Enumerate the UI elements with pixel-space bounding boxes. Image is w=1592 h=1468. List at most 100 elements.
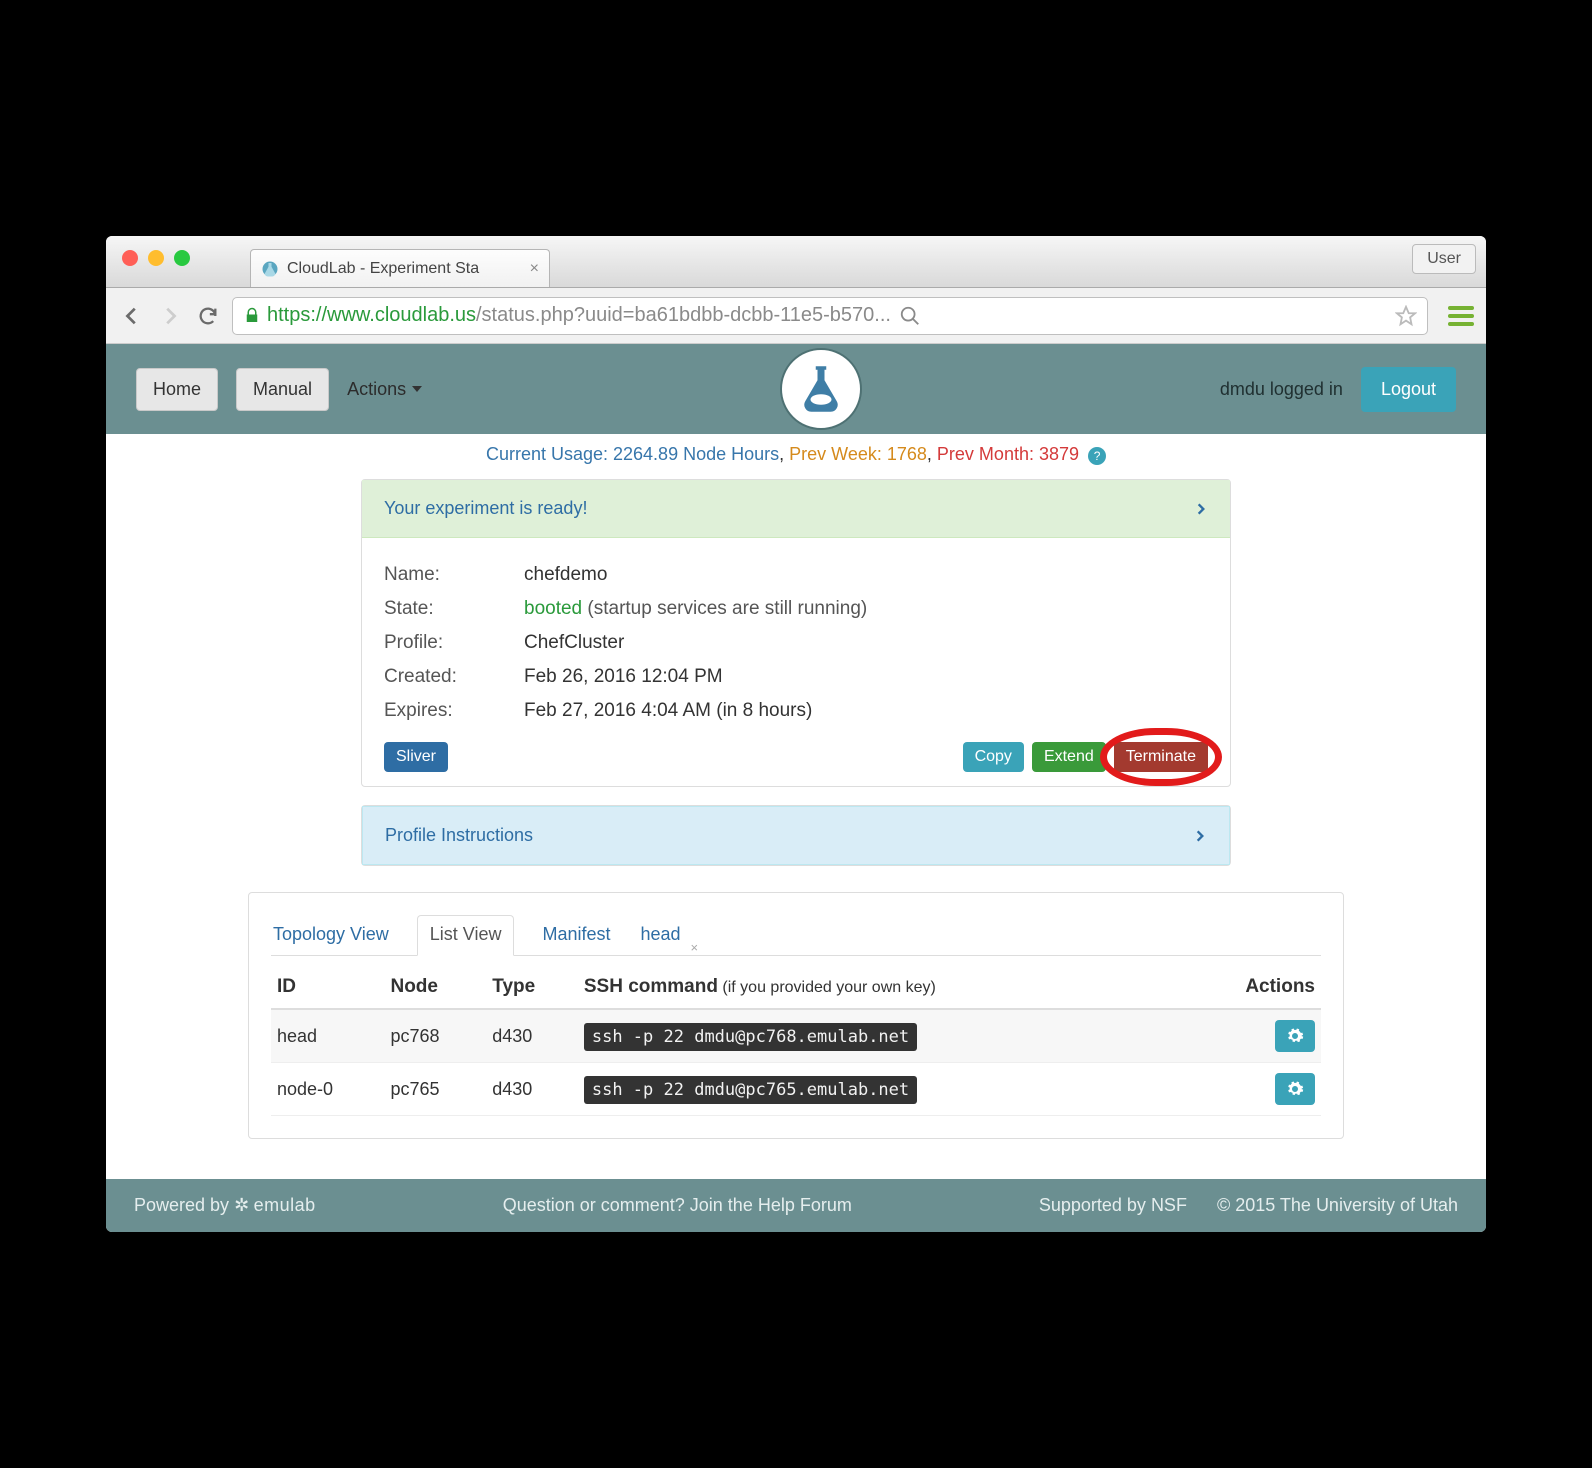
extend-button[interactable]: Extend (1032, 742, 1106, 772)
chevron-right-icon (1193, 826, 1207, 846)
col-ssh-label: SSH command (584, 976, 718, 997)
name-label: Name: (384, 564, 524, 586)
created-value: Feb 26, 2016 12:04 PM (524, 666, 723, 688)
browser-window: CloudLab - Experiment Sta × User https :… (106, 236, 1486, 1232)
view-tabs: Topology View List View Manifest head × (271, 915, 1321, 956)
prev-week-label: Prev Week: (789, 444, 887, 464)
copy-button[interactable]: Copy (963, 742, 1024, 772)
cell-id: head (271, 1009, 384, 1063)
instructions-panel-heading[interactable]: Profile Instructions (362, 806, 1230, 865)
url-path: /status.php?uuid=ba61bdbb-dcbb-11e5-b570… (476, 304, 891, 327)
powered-by: Powered by ✲emulab (134, 1195, 316, 1216)
actions-dropdown[interactable]: Actions (347, 379, 422, 400)
col-type: Type (486, 966, 578, 1009)
row-actions-button[interactable] (1275, 1020, 1315, 1052)
cell-actions (1185, 1009, 1321, 1063)
usage-sep2: , (927, 444, 937, 464)
caret-down-icon (412, 386, 422, 392)
minimize-window-icon[interactable] (148, 250, 164, 266)
actions-label: Actions (347, 379, 406, 400)
help-forum-link[interactable]: Question or comment? Join the Help Forum (346, 1195, 1009, 1216)
url-scheme: https (267, 304, 310, 327)
col-actions: Actions (1185, 966, 1321, 1009)
tab-list[interactable]: List View (417, 915, 515, 956)
cell-type: d430 (486, 1009, 578, 1063)
terminate-button[interactable]: Terminate (1114, 742, 1208, 772)
current-usage-value: 2264.89 Node Hours (613, 444, 779, 464)
bookmark-star-icon[interactable] (1395, 305, 1417, 327)
tab-title: CloudLab - Experiment Sta (287, 260, 479, 278)
address-bar: https ://www.cloudlab.us /status.php?uui… (106, 288, 1486, 344)
emulab-text: emulab (254, 1195, 316, 1215)
prev-week-value: 1768 (887, 444, 927, 464)
ssh-command[interactable]: ssh -p 22 dmdu@pc768.emulab.net (584, 1023, 917, 1051)
titlebar: CloudLab - Experiment Sta × User (106, 236, 1486, 288)
chrome-menu-icon[interactable] (1448, 306, 1474, 326)
browser-tab[interactable]: CloudLab - Experiment Sta × (250, 249, 550, 287)
row-actions-button[interactable] (1275, 1073, 1315, 1105)
name-value: chefdemo (524, 564, 607, 586)
traffic-lights (122, 250, 190, 266)
copyright: © 2015 The University of Utah (1217, 1195, 1458, 1216)
cell-actions (1185, 1063, 1321, 1116)
usage-bar: Current Usage: 2264.89 Node Hours, Prev … (106, 434, 1486, 475)
instructions-panel: Profile Instructions (361, 805, 1231, 866)
state-label: State: (384, 598, 524, 620)
supported-by: Supported by NSF (1039, 1195, 1187, 1216)
logo-wrap (440, 348, 1202, 430)
logout-button[interactable]: Logout (1361, 367, 1456, 412)
emulab-flower-icon: ✲ (234, 1195, 250, 1215)
expires-label: Expires: (384, 700, 524, 722)
col-ssh: SSH command (if you provided your own ke… (578, 966, 1185, 1009)
instructions-title: Profile Instructions (385, 825, 533, 846)
manual-button[interactable]: Manual (236, 368, 329, 411)
nodes-table: ID Node Type SSH command (if you provide… (271, 966, 1321, 1116)
prev-month-label: Prev Month: (937, 444, 1039, 464)
help-icon[interactable]: ? (1088, 447, 1106, 465)
logged-in-text: dmdu logged in (1220, 379, 1343, 400)
tab-topology[interactable]: Topology View (271, 916, 391, 955)
cloudlab-logo-icon[interactable] (780, 348, 862, 430)
nodes-panel: Topology View List View Manifest head × … (248, 892, 1344, 1139)
maximize-window-icon[interactable] (174, 250, 190, 266)
tab-manifest[interactable]: Manifest (540, 916, 612, 955)
col-id: ID (271, 966, 384, 1009)
cell-ssh: ssh -p 22 dmdu@pc768.emulab.net (578, 1009, 1185, 1063)
cell-id: node-0 (271, 1063, 384, 1116)
home-button[interactable]: Home (136, 368, 218, 411)
tab-head-close-icon[interactable]: × (691, 940, 699, 955)
current-usage-label: Current Usage: (486, 444, 613, 464)
status-panel-heading[interactable]: Your experiment is ready! (362, 480, 1230, 538)
prev-month-value: 3879 (1039, 444, 1079, 464)
chrome-user-button[interactable]: User (1412, 244, 1476, 274)
state-value: booted (524, 598, 582, 619)
favicon-icon (261, 260, 279, 278)
close-window-icon[interactable] (122, 250, 138, 266)
reload-button[interactable] (194, 302, 222, 330)
sliver-button[interactable]: Sliver (384, 742, 448, 772)
emulab-logo[interactable]: ✲emulab (234, 1195, 316, 1215)
zoom-icon[interactable] (899, 305, 921, 327)
forward-button[interactable] (156, 302, 184, 330)
tab-head[interactable]: head (638, 916, 682, 955)
url-input[interactable]: https ://www.cloudlab.us /status.php?uui… (232, 297, 1428, 335)
status-panel-title: Your experiment is ready! (384, 498, 587, 519)
cell-node: pc768 (384, 1009, 486, 1063)
lock-icon (243, 307, 261, 325)
site-navbar: Home Manual Actions dmdu logged in Logou… (106, 344, 1486, 434)
profile-link[interactable]: ChefCluster (524, 632, 624, 654)
tab-close-icon[interactable]: × (530, 260, 539, 278)
table-row: head pc768 d430 ssh -p 22 dmdu@pc768.emu… (271, 1009, 1321, 1063)
footer: Powered by ✲emulab Question or comment? … (106, 1179, 1486, 1232)
gear-icon (1286, 1080, 1304, 1098)
created-label: Created: (384, 666, 524, 688)
col-ssh-sub: (if you provided your own key) (718, 979, 936, 996)
back-button[interactable] (118, 302, 146, 330)
page-content: Home Manual Actions dmdu logged in Logou… (106, 344, 1486, 1232)
status-panel: Your experiment is ready! Name:chefdemo … (361, 479, 1231, 787)
state-note: (startup services are still running) (582, 598, 867, 619)
table-row: node-0 pc765 d430 ssh -p 22 dmdu@pc765.e… (271, 1063, 1321, 1116)
cell-node: pc765 (384, 1063, 486, 1116)
ssh-command[interactable]: ssh -p 22 dmdu@pc765.emulab.net (584, 1076, 917, 1104)
usage-sep1: , (779, 444, 789, 464)
